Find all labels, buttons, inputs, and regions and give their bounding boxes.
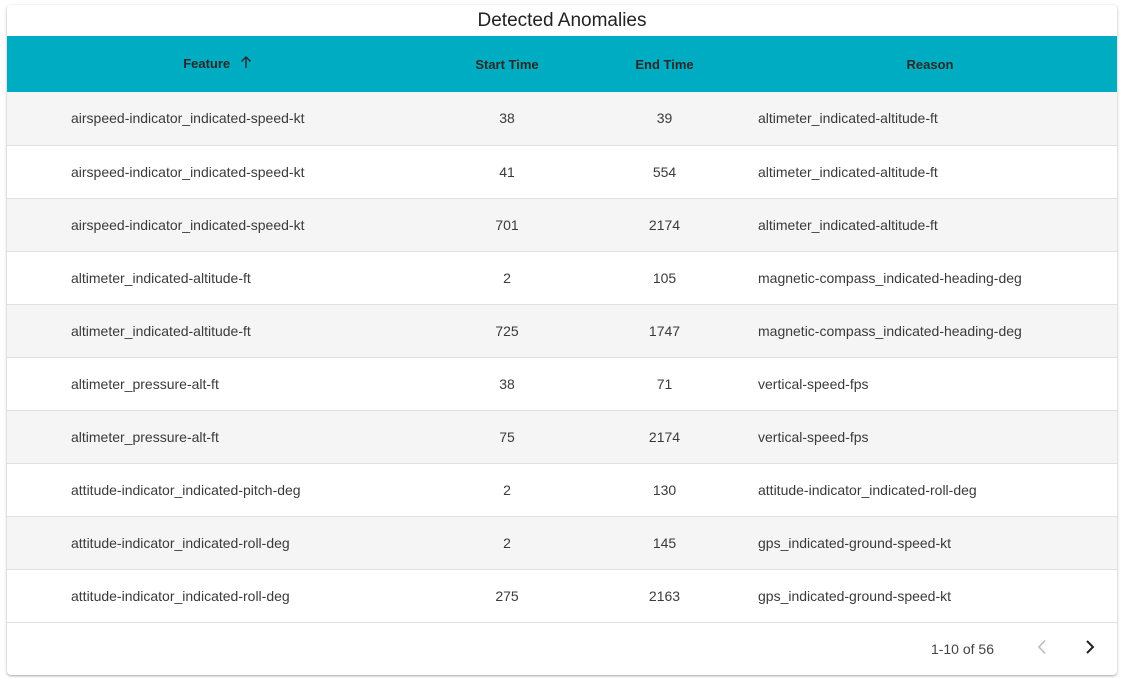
cell-reason: altimeter_indicated-altitude-ft: [758, 110, 938, 127]
cell-end-time: 71: [656, 375, 673, 392]
table-row[interactable]: attitude-indicator_indicated-roll-deg 2 …: [7, 516, 1117, 569]
table-row[interactable]: altimeter_pressure-alt-ft 75 2174 vertic…: [7, 410, 1117, 463]
cell-start-time: 725: [495, 322, 519, 339]
chevron-right-icon: [1085, 639, 1095, 660]
cell-reason: vertical-speed-fps: [758, 375, 869, 392]
cell-end-time: 145: [652, 534, 677, 551]
cell-reason: vertical-speed-fps: [758, 428, 869, 445]
table-row[interactable]: airspeed-indicator_indicated-speed-kt 38…: [7, 92, 1117, 145]
cell-reason: magnetic-compass_indicated-heading-deg: [758, 322, 1022, 339]
cell-reason: altimeter_indicated-altitude-ft: [758, 216, 938, 233]
anomalies-table: Feature Start Time End Time Reason airsp…: [7, 36, 1117, 623]
cell-reason: attitude-indicator_indicated-roll-deg: [758, 481, 977, 498]
cell-feature: altimeter_pressure-alt-ft: [71, 428, 219, 445]
cell-start-time: 41: [499, 163, 515, 180]
cell-end-time: 2174: [648, 216, 681, 233]
table-row[interactable]: altimeter_indicated-altitude-ft 725 1747…: [7, 304, 1117, 357]
card-title: Detected Anomalies: [477, 10, 647, 31]
cell-end-time: 105: [652, 269, 677, 286]
cell-start-time: 2: [503, 269, 511, 286]
column-header-end-time[interactable]: End Time: [586, 36, 743, 92]
cell-end-time: 2174: [648, 428, 681, 445]
cell-start-time: 701: [495, 216, 519, 233]
table-row[interactable]: attitude-indicator_indicated-roll-deg 27…: [7, 569, 1117, 622]
cell-feature: attitude-indicator_indicated-pitch-deg: [71, 481, 301, 498]
previous-page-button[interactable]: [1022, 629, 1062, 669]
cell-end-time: 554: [652, 163, 677, 180]
table-header-row: Feature Start Time End Time Reason: [7, 36, 1117, 92]
cell-end-time: 39: [656, 110, 673, 127]
cell-feature: altimeter_indicated-altitude-ft: [71, 322, 251, 339]
table-header: Feature Start Time End Time Reason: [7, 36, 1117, 92]
chevron-left-icon: [1037, 639, 1047, 660]
anomalies-card: Detected Anomalies Feature Start Time En…: [7, 5, 1117, 675]
cell-feature: altimeter_indicated-altitude-ft: [71, 269, 251, 286]
cell-feature: airspeed-indicator_indicated-speed-kt: [71, 216, 305, 233]
cell-start-time: 38: [499, 110, 515, 127]
table-row[interactable]: airspeed-indicator_indicated-speed-kt 41…: [7, 145, 1117, 198]
cell-end-time: 1747: [648, 322, 681, 339]
table-row[interactable]: attitude-indicator_indicated-pitch-deg 2…: [7, 463, 1117, 516]
cell-reason: altimeter_indicated-altitude-ft: [758, 163, 938, 180]
cell-feature: airspeed-indicator_indicated-speed-kt: [71, 163, 305, 180]
table-row[interactable]: altimeter_pressure-alt-ft 38 71 vertical…: [7, 357, 1117, 410]
cell-feature: altimeter_pressure-alt-ft: [71, 375, 219, 392]
cell-end-time: 2163: [648, 587, 681, 604]
next-page-button[interactable]: [1070, 629, 1110, 669]
cell-reason: gps_indicated-ground-speed-kt: [758, 534, 952, 551]
cell-end-time: 130: [652, 481, 677, 498]
column-header-start-time[interactable]: Start Time: [428, 36, 586, 92]
cell-feature: attitude-indicator_indicated-roll-deg: [71, 534, 290, 551]
cell-start-time: 2: [503, 481, 511, 498]
cell-start-time: 38: [499, 375, 515, 392]
cell-reason: gps_indicated-ground-speed-kt: [758, 587, 952, 604]
cell-feature: attitude-indicator_indicated-roll-deg: [71, 587, 290, 604]
cell-start-time: 2: [503, 534, 511, 551]
cell-reason: magnetic-compass_indicated-heading-deg: [758, 269, 1022, 286]
table-row[interactable]: altimeter_indicated-altitude-ft 2 105 ma…: [7, 251, 1117, 304]
table-body: airspeed-indicator_indicated-speed-kt 38…: [7, 92, 1117, 622]
column-header-reason[interactable]: Reason: [743, 36, 1117, 92]
cell-feature: airspeed-indicator_indicated-speed-kt: [71, 110, 305, 127]
cell-start-time: 75: [499, 428, 515, 445]
pagination-range-label: 1-10 of 56: [930, 641, 994, 657]
column-header-feature-label: Feature: [183, 56, 231, 72]
column-header-feature[interactable]: Feature: [7, 36, 428, 92]
arrow-up-icon: [240, 55, 252, 72]
pagination-footer: 1-10 of 56: [7, 623, 1117, 675]
table-row[interactable]: airspeed-indicator_indicated-speed-kt 70…: [7, 198, 1117, 251]
cell-start-time: 275: [495, 587, 519, 604]
